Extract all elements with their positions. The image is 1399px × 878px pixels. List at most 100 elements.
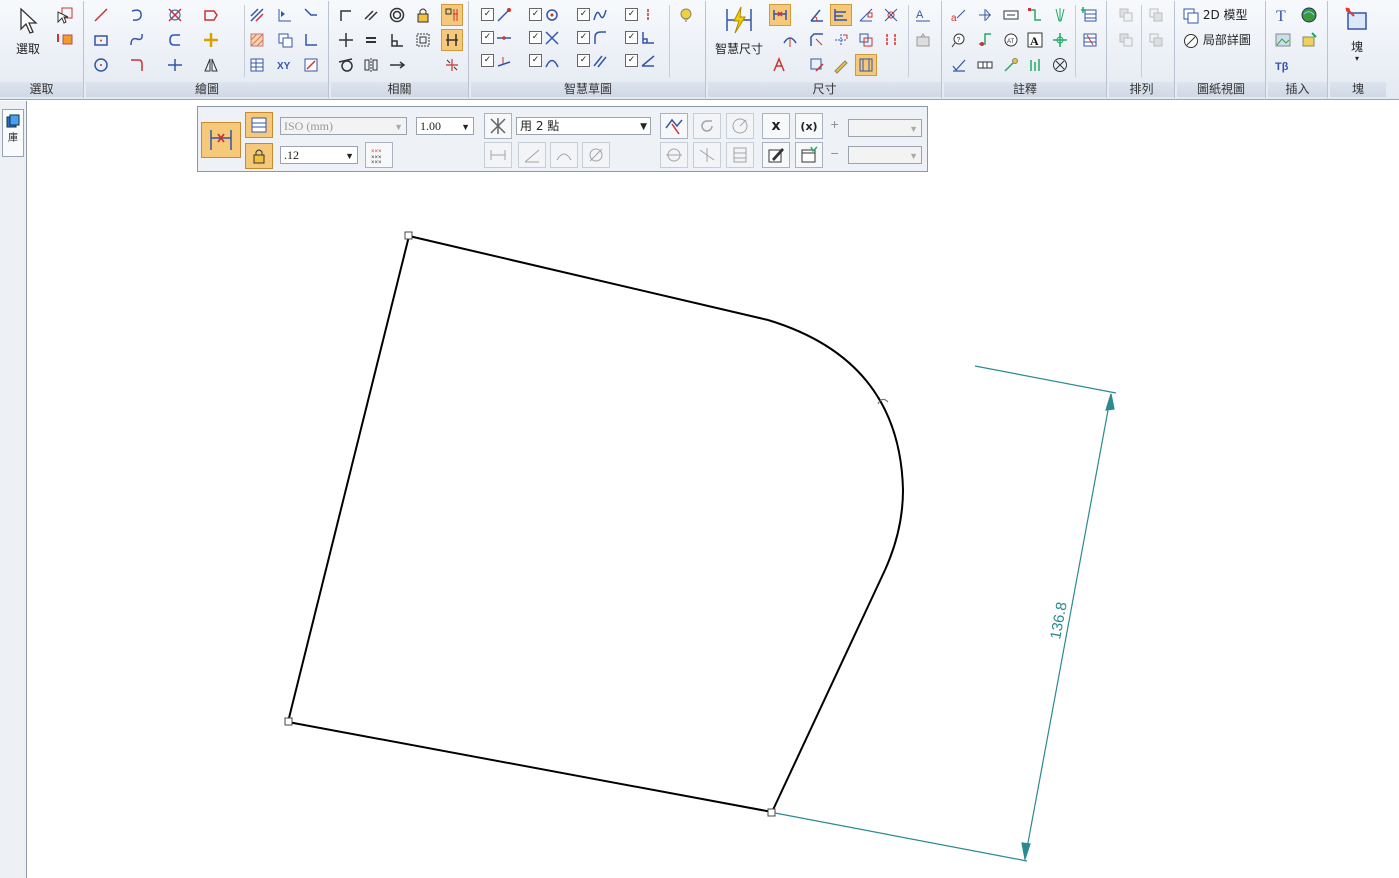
rectangle-icon[interactable] — [90, 29, 112, 51]
offset-icon[interactable] — [200, 4, 222, 26]
symmetric-diameter-icon[interactable] — [880, 4, 902, 26]
leader-icon[interactable] — [974, 4, 996, 26]
relationship-handles-icon[interactable] — [441, 4, 463, 26]
angular-coordinate-icon[interactable] — [855, 4, 877, 26]
detail-view-button[interactable]: 局部詳圖 — [1183, 31, 1251, 49]
rigid-set-icon[interactable] — [412, 29, 434, 51]
bolt-hole-circle-icon[interactable] — [1049, 54, 1071, 76]
send-to-back-icon[interactable] — [1145, 29, 1167, 51]
bring-forward-icon[interactable] — [1115, 4, 1137, 26]
callout-icon[interactable]: a — [948, 4, 970, 26]
center-mark-icon[interactable] — [1049, 4, 1071, 26]
projection-line-icon[interactable] — [246, 4, 268, 26]
variable-table-icon[interactable] — [246, 54, 268, 76]
dimension-group-icon[interactable] — [855, 54, 877, 76]
parallel-icon[interactable] — [360, 4, 382, 26]
smart-dimension-button[interactable]: 智慧尺寸 — [710, 5, 768, 57]
tangent-icon[interactable] — [335, 54, 357, 76]
profile-edge-right[interactable] — [771, 569, 886, 813]
vertex-handle[interactable] — [284, 717, 293, 726]
split-icon[interactable] — [164, 54, 186, 76]
mirror-icon[interactable] — [200, 54, 222, 76]
model-2d-button[interactable]: 2D 模型 — [1183, 6, 1248, 24]
dimension-text-style-icon[interactable]: A — [912, 4, 934, 26]
profile-edge-bottom[interactable] — [287, 721, 773, 813]
relationship-assistant-icon[interactable] — [441, 54, 463, 76]
move-icon[interactable] — [200, 29, 222, 51]
balloon-icon[interactable] — [1000, 4, 1022, 26]
radial-dimension-icon[interactable] — [779, 29, 801, 51]
dimension-text-icon[interactable] — [880, 29, 902, 51]
intellisketch-options-icon[interactable] — [675, 4, 697, 26]
connector-icon[interactable] — [1024, 4, 1046, 26]
auto-dimension-icon[interactable] — [769, 54, 791, 76]
trim-icon[interactable] — [164, 4, 186, 26]
datum-target-icon[interactable] — [1024, 54, 1046, 76]
vertex-handle[interactable] — [404, 231, 413, 240]
symmetric-icon[interactable] — [360, 54, 382, 76]
concentric-icon[interactable] — [386, 4, 408, 26]
copy-dimension-icon[interactable] — [855, 29, 877, 51]
circle-icon[interactable] — [90, 54, 112, 76]
dimension-style-icon[interactable] — [806, 54, 828, 76]
weld-symbol-icon[interactable]: AT — [1000, 29, 1022, 51]
surface-texture-icon[interactable] — [974, 29, 996, 51]
drawing-canvas[interactable]: 136.8 — [27, 101, 1399, 878]
curve-icon[interactable] — [126, 29, 148, 51]
equal-icon[interactable] — [360, 29, 382, 51]
profile-edge-top[interactable] — [408, 235, 769, 321]
xy-icon[interactable]: XY — [274, 54, 296, 76]
maintain-relationships-icon[interactable] — [441, 29, 463, 51]
feature-control-icon[interactable] — [1000, 54, 1022, 76]
perpendicular-icon[interactable] — [386, 29, 408, 51]
svg-text:XY: XY — [277, 61, 291, 72]
bring-to-front-icon[interactable] — [1145, 4, 1167, 26]
edit-dimension-icon[interactable] — [830, 54, 852, 76]
collinear-icon[interactable] — [386, 54, 408, 76]
connect-icon[interactable] — [335, 4, 357, 26]
dimension-axis-icon[interactable] — [300, 4, 322, 26]
point-icon[interactable] — [274, 4, 296, 26]
distance-between-icon[interactable] — [769, 4, 791, 26]
block-button[interactable]: 塊 ▾ — [1336, 5, 1378, 63]
horizontal-vertical-icon[interactable] — [335, 29, 357, 51]
fillet-icon[interactable] — [164, 29, 186, 51]
send-backward-icon[interactable] — [1115, 29, 1137, 51]
chamfer-dimension-icon[interactable] — [806, 29, 828, 51]
corner-icon[interactable] — [126, 54, 148, 76]
fence-select-icon[interactable] — [54, 28, 76, 50]
profile-fillet-arc[interactable] — [767, 319, 905, 571]
annotation-callout-icon[interactable]: ? — [948, 29, 970, 51]
hyperlink-icon[interactable] — [1298, 4, 1320, 26]
svg-text:AT: AT — [1007, 39, 1015, 45]
angle-icon[interactable] — [300, 29, 322, 51]
text-icon[interactable]: A — [1024, 29, 1046, 51]
angle-between-icon[interactable] — [806, 4, 828, 26]
symbol-icon[interactable]: Tβ — [1272, 54, 1294, 76]
library-tab[interactable]: 庫 — [2, 109, 24, 157]
sketch-geometry[interactable] — [287, 235, 905, 813]
coordinate-dimension-icon[interactable] — [830, 4, 852, 26]
table-icon[interactable] — [274, 29, 296, 51]
vertex-handle[interactable] — [767, 808, 776, 817]
text-insert-icon[interactable]: T — [1272, 4, 1294, 26]
arc-icon[interactable] — [126, 4, 148, 26]
grid-icon[interactable] — [300, 54, 322, 76]
table-add-icon[interactable] — [1079, 4, 1101, 26]
dimension-axis-select-icon[interactable] — [830, 29, 852, 51]
select-button[interactable]: 選取 — [8, 7, 48, 57]
edge-condition-icon[interactable] — [948, 54, 970, 76]
datum-frame-icon[interactable] — [974, 54, 996, 76]
image-icon[interactable] — [1272, 29, 1294, 51]
block-dropdown-icon[interactable]: ▾ — [1336, 55, 1378, 63]
dimension-value-text[interactable]: 136.8 — [1047, 601, 1071, 641]
profile-edge-left[interactable] — [287, 235, 410, 723]
fill-icon[interactable] — [246, 29, 268, 51]
line-icon[interactable] — [90, 4, 112, 26]
table-edit-icon[interactable] — [1079, 29, 1101, 51]
lock-icon[interactable] — [412, 4, 434, 26]
object-icon[interactable] — [1298, 29, 1320, 51]
select-tool-icon[interactable] — [54, 4, 76, 26]
target-point-icon[interactable] — [1049, 29, 1071, 51]
attach-dimension-icon[interactable] — [912, 29, 934, 51]
